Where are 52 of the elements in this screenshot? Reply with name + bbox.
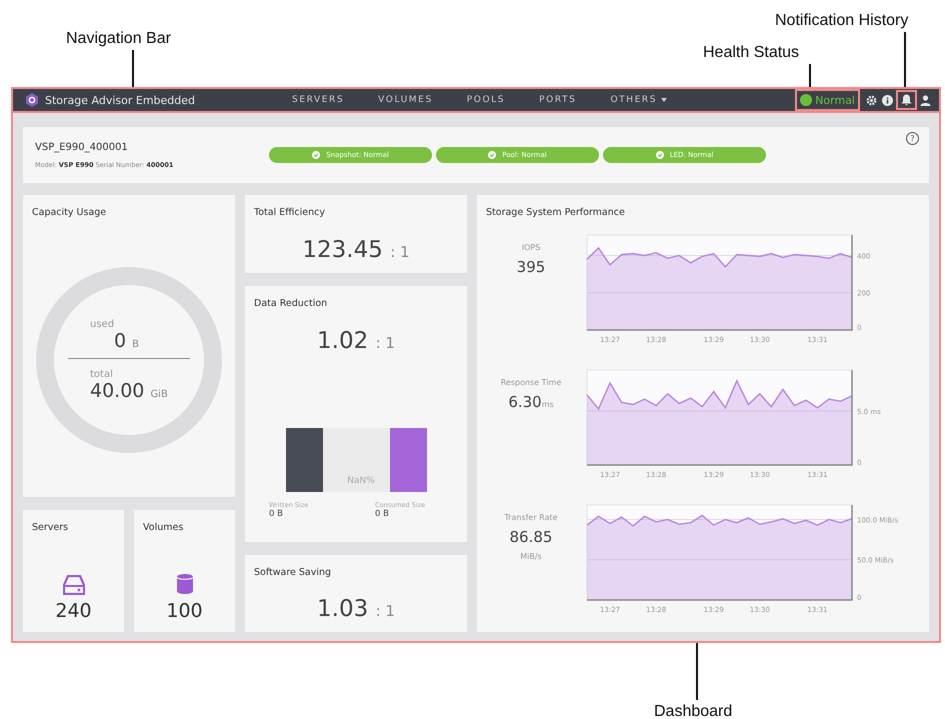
user-icon[interactable] [920,94,931,106]
health-status[interactable]: Normal [797,91,858,109]
card-title: Data Reduction [254,298,328,309]
metric-unit: MiB/s [520,552,542,561]
card-title: Servers [32,522,68,533]
card-title: Total Efficiency [254,207,325,218]
check-icon [656,151,664,159]
check-icon [488,151,496,159]
consumed-value: 0 B [375,509,390,519]
metric-label: Transfer Rate [504,513,558,522]
percent-label: NaN% [346,476,375,488]
total-value: 40.00 GiB [89,380,169,402]
server-count: 240 [55,600,92,622]
logo-icon [25,93,39,107]
nav-link[interactable]: SERVERS [292,95,344,105]
card-title: Capacity Usage [32,207,106,218]
database-icon [176,573,194,595]
card-title: Volumes [143,522,184,533]
ratio-value: 1.02 : 1 [317,328,395,354]
card-title: Storage System Performance [486,207,625,218]
callout-label: Dashboard [654,703,732,719]
card-title: Software Saving [254,567,332,578]
nav-link[interactable]: VOLUMES [378,95,433,105]
system-name: VSP_E990_400001 [35,142,129,152]
app-title: Storage Advisor Embedded [45,94,196,106]
check-icon [312,151,320,159]
callout-label: Health Status [703,44,800,62]
used-label: used [89,318,116,330]
written-bar [286,428,322,492]
bell-icon[interactable] [901,94,912,106]
metric-label: IOPS [522,243,540,252]
metric-value: 6.30ms [508,393,554,411]
callout-label: Navigation Bar [66,30,171,48]
caret-icon [661,98,668,102]
total-label: total [89,368,114,380]
metric-value: 395 [516,258,546,276]
nav-link[interactable]: PORTS [539,95,576,105]
settings-icon[interactable] [866,94,877,106]
written-value: 0 B [269,509,284,519]
ratio-value: 1.03 : 1 [317,596,395,622]
nav-link[interactable]: OTHERS [610,95,668,105]
metric-value: 86.85 [510,528,552,546]
ratio-value: 123.45 : 1 [302,237,410,263]
volume-count: 100 [166,600,203,622]
callout-label: Notification History [775,12,908,30]
metric-label: Response Time [500,378,562,387]
used-value: 0 B [113,330,140,352]
server-icon [62,575,84,595]
info-icon[interactable] [882,94,893,106]
help-button[interactable]: ? [906,132,919,145]
nav-link[interactable]: POOLS [466,95,506,105]
consumed-bar [390,428,426,492]
